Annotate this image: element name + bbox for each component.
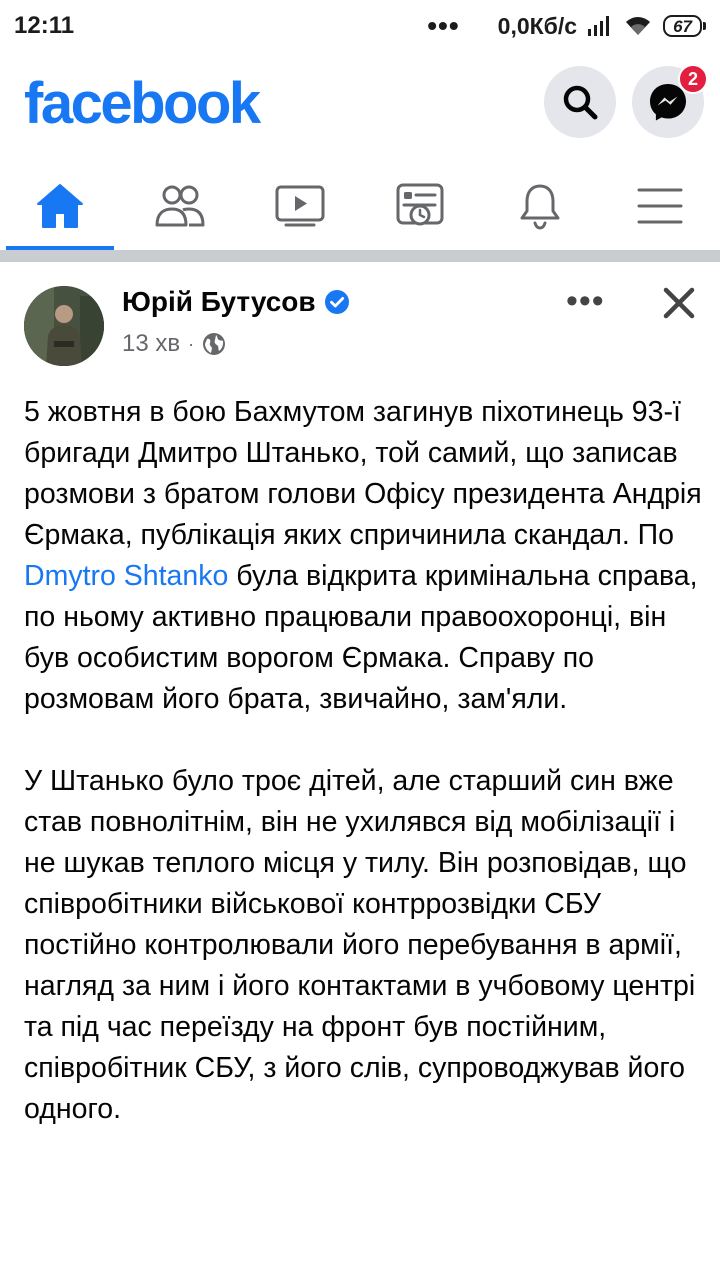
messenger-badge: 2 bbox=[678, 64, 708, 94]
friends-icon bbox=[155, 185, 205, 227]
post-body: 5 жовтня в бою Бахмутом загинув піхотине… bbox=[24, 392, 704, 1171]
status-bar: 12:11 ••• 0,0Кб/с 67 bbox=[0, 0, 720, 52]
battery-level: 67 bbox=[663, 15, 702, 37]
tab-home[interactable] bbox=[0, 162, 120, 250]
author-name[interactable]: Юрій Бутусов bbox=[122, 286, 316, 318]
tab-friends[interactable] bbox=[120, 162, 240, 250]
verified-badge-icon bbox=[324, 290, 349, 314]
messenger-button[interactable]: 2 bbox=[632, 64, 708, 138]
author-avatar[interactable] bbox=[24, 286, 104, 366]
facebook-logo[interactable]: facebook bbox=[24, 70, 261, 137]
search-button[interactable] bbox=[544, 66, 616, 138]
post-paragraph: 5 жовтня в бою Бахмутом загинув піхотине… bbox=[24, 392, 704, 720]
search-icon bbox=[563, 85, 598, 120]
app-header: facebook 2 bbox=[0, 52, 720, 162]
post-text-segment: 5 жовтня в бою Бахмутом загинув піхотине… bbox=[24, 396, 702, 551]
signal-icon bbox=[588, 16, 610, 36]
hide-post-button[interactable] bbox=[660, 284, 698, 327]
close-icon bbox=[663, 287, 695, 319]
globe-icon bbox=[203, 333, 226, 355]
post-time[interactable]: 13 хв bbox=[122, 330, 180, 358]
status-indicators: ••• 0,0Кб/с 67 bbox=[427, 12, 706, 40]
video-icon bbox=[275, 185, 325, 227]
mention-link[interactable]: Dmytro Shtanko bbox=[24, 560, 228, 592]
status-time: 12:11 bbox=[14, 12, 75, 39]
network-speed: 0,0Кб/с bbox=[497, 12, 578, 39]
post-paragraph: У Штанько було троє дітей, але старший с… bbox=[24, 765, 696, 1125]
avatar-photo bbox=[24, 286, 104, 366]
wifi-icon bbox=[626, 17, 651, 35]
main-tabs bbox=[0, 162, 720, 250]
bell-icon bbox=[520, 184, 560, 230]
author-line: Юрій Бутусов bbox=[122, 286, 350, 318]
tab-notifications[interactable] bbox=[480, 162, 600, 250]
more-notifications-icon: ••• bbox=[427, 10, 460, 41]
tab-menu[interactable] bbox=[600, 162, 720, 250]
tab-watch[interactable] bbox=[240, 162, 360, 250]
news-icon bbox=[396, 183, 444, 226]
battery-icon: 67 bbox=[663, 15, 706, 37]
post-meta: 13 хв · bbox=[122, 330, 226, 358]
tab-news[interactable] bbox=[360, 162, 480, 250]
feed-divider bbox=[0, 250, 720, 262]
meta-separator: · bbox=[188, 333, 195, 354]
home-icon bbox=[37, 184, 83, 228]
post-options-button[interactable]: ••• bbox=[566, 284, 605, 318]
menu-icon bbox=[637, 188, 683, 224]
